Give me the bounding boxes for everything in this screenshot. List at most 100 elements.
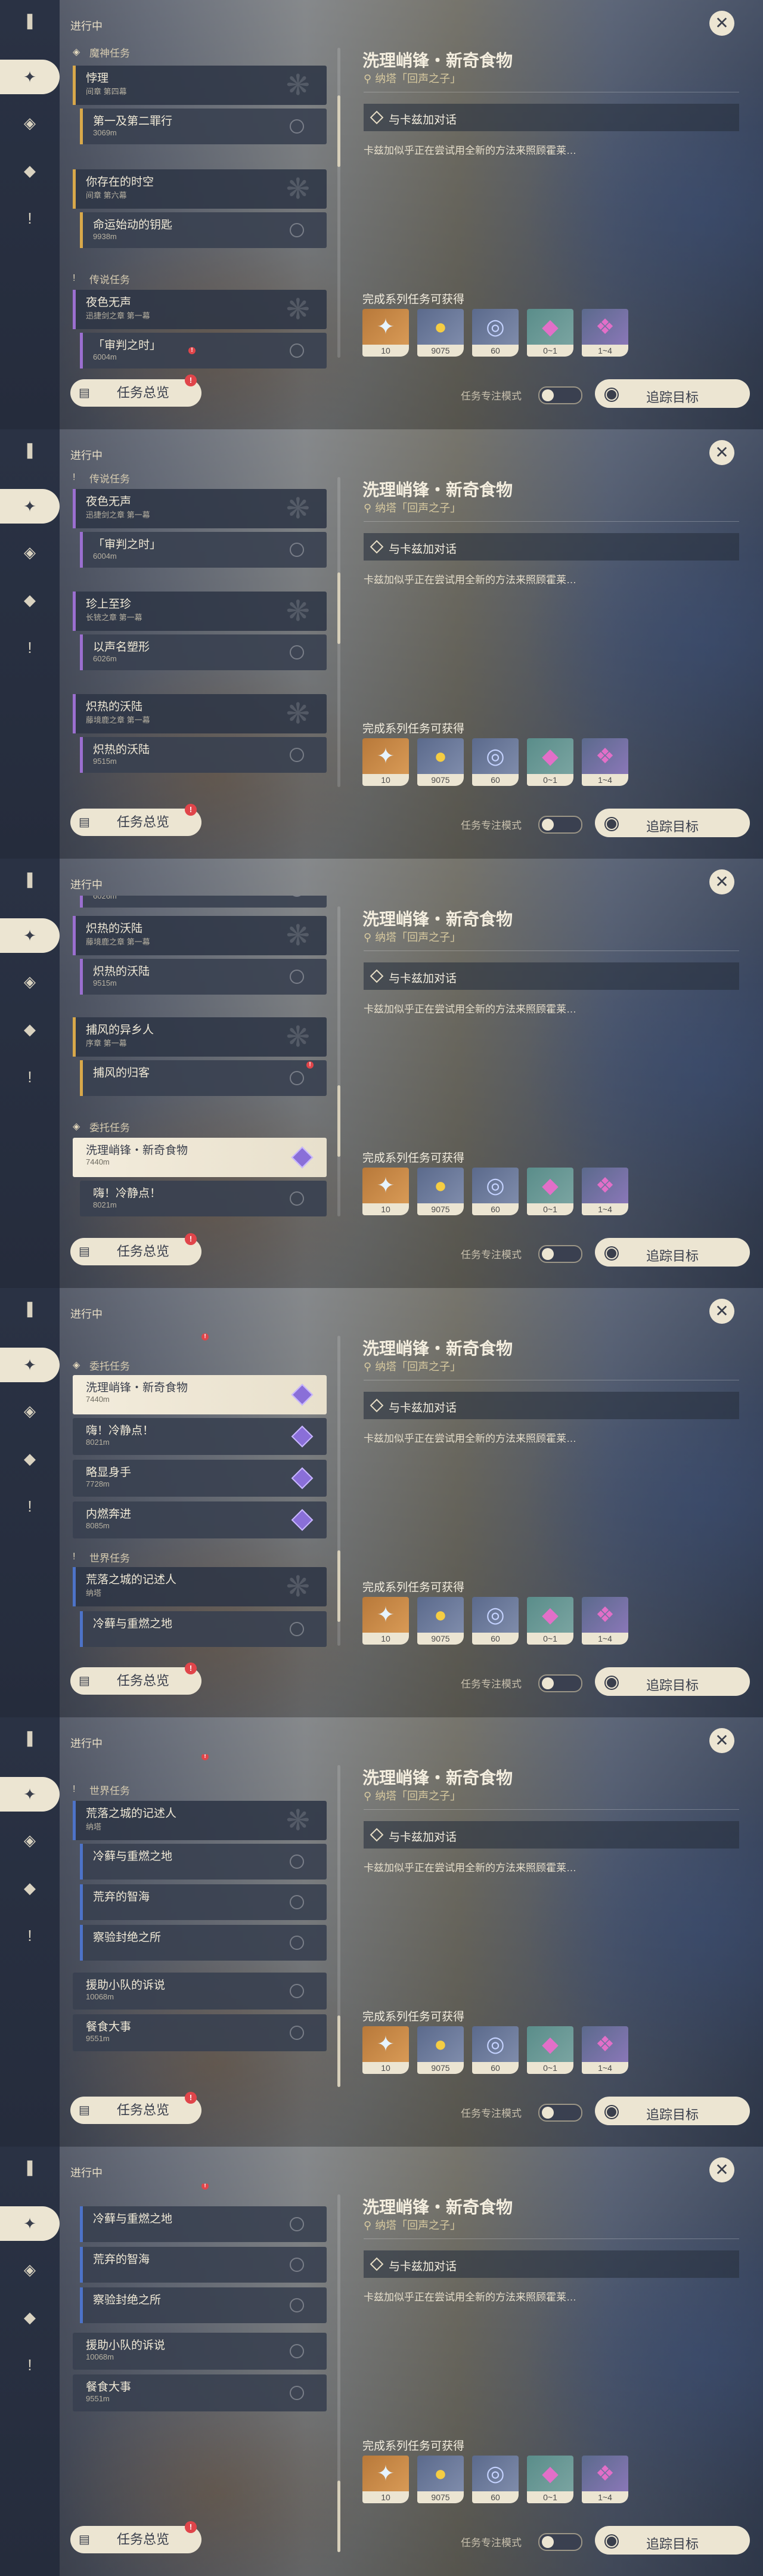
exclamation-icon[interactable]: ! (18, 1924, 42, 1948)
reward-item[interactable]: ◎ 60 (472, 309, 519, 357)
close-button[interactable]: ✕ (709, 1728, 734, 1753)
inner-diamond-icon[interactable]: ◈ (18, 540, 42, 564)
focus-mode-toggle[interactable] (538, 1245, 582, 1263)
navigate-pin-icon[interactable] (290, 2258, 304, 2272)
reward-item[interactable]: ◆ 0~1 (527, 738, 573, 786)
quest-step[interactable]: 嗨！冷静点！ 8021m (80, 1181, 327, 1216)
reward-item[interactable]: ✦ 10 (362, 2456, 409, 2503)
quest-overview-button[interactable]: ▤ 任务总览 ! (70, 804, 201, 836)
exclamation-icon[interactable]: ! (18, 1065, 42, 1089)
quest-overview-button[interactable]: ▤ 任务总览 ! (70, 1662, 201, 1695)
close-button[interactable]: ✕ (709, 869, 734, 894)
quest-item[interactable]: 餐食大事 9551m (73, 2014, 327, 2051)
reward-item[interactable]: ✦ 10 (362, 2026, 409, 2074)
reward-item[interactable]: ✦ 10 (362, 738, 409, 786)
quest-step[interactable]: 第一及第二罪行 3069m (80, 109, 327, 144)
close-button[interactable]: ✕ (709, 440, 734, 465)
commission-diamond-icon[interactable]: ◆ (18, 1447, 42, 1470)
quest-book-icon[interactable]: ❚ (18, 8, 42, 32)
scrollbar-thumb[interactable] (337, 1550, 340, 1622)
quest-book-icon[interactable]: ❚ (18, 867, 42, 891)
quest-item[interactable]: 夜色无声 迅捷剑之章 第一幕 ❋ (73, 489, 327, 528)
reward-item[interactable]: ◎ 60 (472, 1168, 519, 1215)
quest-step[interactable]: 以声名塑形6026m (80, 634, 327, 670)
quest-item-selected[interactable]: 洗理峭锋・新奇食物 7440m (73, 1138, 327, 1177)
reward-item[interactable]: ◎ 60 (472, 1597, 519, 1645)
commission-diamond-icon[interactable]: ◆ (18, 1876, 42, 1900)
quest-step[interactable]: 炽热的沃陆 9515m (80, 959, 327, 995)
quest-overview-button[interactable]: ▤ 任务总览 ! (70, 2521, 201, 2553)
focus-mode-toggle[interactable] (538, 1674, 582, 1692)
reward-item[interactable]: ❖ 1~4 (582, 2026, 628, 2074)
quest-overview-button[interactable]: ▤ 任务总览 ! (70, 1233, 201, 1265)
inner-diamond-icon[interactable]: ◈ (18, 111, 42, 135)
navigate-pin-icon[interactable] (290, 1984, 304, 1998)
navigate-pin-icon[interactable] (290, 1622, 304, 1636)
navigate-pin-icon[interactable] (290, 2026, 304, 2040)
reward-item[interactable]: ◆ 0~1 (527, 1168, 573, 1215)
scrollbar[interactable] (337, 1336, 340, 1646)
focus-mode-toggle[interactable] (538, 816, 582, 834)
quest-list[interactable]: ◈ 委托任务 洗理峭锋・新奇食物 7440m 嗨！冷静点！ 8021m 略显身手 7728m 内… (70, 1325, 333, 1659)
quest-item[interactable]: 你存在的时空 间章 第六幕 ❋ (73, 169, 327, 209)
reward-item[interactable]: ◎ 60 (472, 2456, 519, 2503)
quest-list[interactable]: 以声名塑形6026m炽热的沃陆藤境鹿之章 第一幕❋炽热的沃陆9515m捕风的异乡… (70, 896, 333, 1230)
quest-item[interactable]: 餐食大事 9551m (73, 2374, 327, 2411)
quest-overview-button[interactable]: ▤ 任务总览 ! (70, 2092, 201, 2124)
focus-mode-toggle[interactable] (538, 2533, 582, 2551)
reward-item[interactable]: ◆ 0~1 (527, 1597, 573, 1645)
track-button[interactable]: 追踪目标 (595, 809, 750, 837)
navigate-pin-icon[interactable] (290, 1936, 304, 1950)
reward-item[interactable]: ◎ 60 (472, 738, 519, 786)
quest-item[interactable]: 炽热的沃陆 藤境鹿之章 第一幕 ❋ (73, 694, 327, 733)
track-button[interactable]: 追踪目标 (595, 1238, 750, 1267)
reward-item[interactable]: ◆ 0~1 (527, 2456, 573, 2503)
navigate-pin-icon[interactable] (290, 2298, 304, 2312)
commission-diamond-icon[interactable]: ◆ (18, 1017, 42, 1041)
close-button[interactable]: ✕ (709, 1299, 734, 1324)
exclamation-icon[interactable]: ! (18, 2353, 42, 2377)
reward-item[interactable]: ❖ 1~4 (582, 309, 628, 357)
quest-item[interactable]: 荒落之城的记述人 纳塔 ❋ (73, 1567, 327, 1606)
commission-item[interactable]: 内燃奔进 8085m (73, 1501, 327, 1538)
quest-step[interactable]: 冷藓与重燃之地 (80, 2206, 327, 2242)
reward-item[interactable]: ◆ 0~1 (527, 2026, 573, 2074)
scrollbar[interactable] (337, 2194, 340, 2552)
track-button[interactable]: 追踪目标 (595, 379, 750, 408)
inner-diamond-icon[interactable]: ◈ (18, 1828, 42, 1852)
inner-diamond-icon[interactable]: ◈ (18, 2258, 42, 2281)
focus-mode-toggle[interactable] (538, 386, 582, 404)
quest-list[interactable]: ! 传说任务 夜色无声 迅捷剑之章 第一幕 ❋ 「审判之时」 6004m 珍上至珍 长铳之章 第… (70, 466, 333, 800)
quest-step[interactable]: 冷藓与重燃之地 (80, 1844, 327, 1880)
quest-list[interactable]: ! 世界任务 荒落之城的记述人 纳塔 ❋ 冷藓与重燃之地 荒弃的智海 察验封绝之所 援助小队的诉… (70, 1754, 333, 2088)
scrollbar-thumb[interactable] (337, 95, 340, 167)
elemental-diamond-icon[interactable]: ✦ (0, 1777, 60, 1812)
track-button[interactable]: 追踪目标 (595, 1667, 750, 1696)
reward-item[interactable]: ✦ 10 (362, 1597, 409, 1645)
reward-item[interactable]: ● 9075 (417, 309, 464, 357)
scrollbar-thumb[interactable] (337, 2481, 340, 2552)
inner-diamond-icon[interactable]: ◈ (18, 1399, 42, 1423)
reward-item[interactable]: ❖ 1~4 (582, 738, 628, 786)
navigate-pin-icon[interactable] (290, 223, 304, 237)
navigate-pin-icon[interactable] (290, 970, 304, 984)
scrollbar-thumb[interactable] (337, 1085, 340, 1157)
reward-item[interactable]: ✦ 10 (362, 309, 409, 357)
navigate-pin-icon[interactable] (290, 896, 304, 897)
quest-step[interactable]: 捕风的归客 (80, 1060, 327, 1096)
quest-list[interactable]: ◈ 魔神任务 悖理 间章 第四幕 ❋ 第一及第二罪行 3069m 你存在的时空 间章 第六幕 ❋ 命… (70, 37, 333, 371)
track-button[interactable]: 追踪目标 (595, 2526, 750, 2555)
quest-step[interactable]: 察验封绝之所 (80, 1925, 327, 1961)
commission-item[interactable]: 略显身手 7728m (73, 1460, 327, 1497)
navigate-pin-icon[interactable] (290, 1854, 304, 1869)
close-button[interactable]: ✕ (709, 2157, 734, 2182)
quest-step[interactable]: 「审判之时」 6004m (80, 333, 327, 369)
quest-book-icon[interactable]: ❚ (18, 1296, 42, 1320)
reward-item[interactable]: ● 9075 (417, 738, 464, 786)
navigate-pin-icon[interactable] (290, 748, 304, 762)
quest-list[interactable]: 冷藓与重燃之地 荒弃的智海 察验封绝之所 援助小队的诉说 10068m 餐食大事 9551m… (70, 2184, 333, 2518)
elemental-diamond-icon[interactable]: ✦ (0, 2206, 60, 2241)
quest-step[interactable]: 荒弃的智海 (80, 2247, 327, 2283)
quest-step[interactable]: 冷藓与重燃之地 (80, 1611, 327, 1647)
scrollbar[interactable] (337, 48, 340, 358)
